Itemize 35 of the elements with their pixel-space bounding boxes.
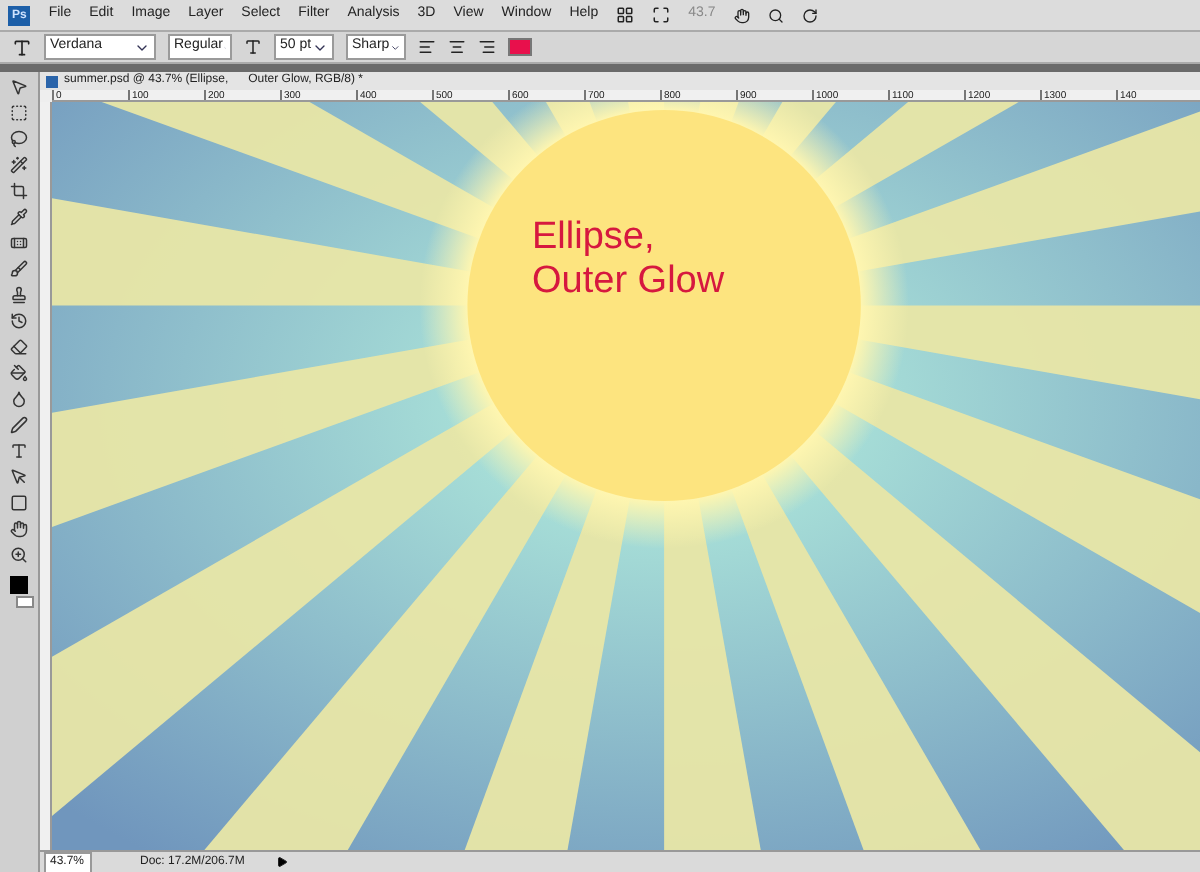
marquee-icon[interactable] <box>10 104 28 122</box>
bridge-icon[interactable] <box>616 6 635 24</box>
brush-icon[interactable] <box>10 260 28 278</box>
screen-mode-icon[interactable] <box>652 6 671 24</box>
align-left-icon[interactable] <box>418 38 436 56</box>
type-icon[interactable] <box>10 442 28 460</box>
background-color-swatch[interactable] <box>15 596 33 608</box>
lasso-icon[interactable] <box>10 130 28 148</box>
document-icon <box>46 75 58 87</box>
hand-icon[interactable] <box>733 7 750 23</box>
align-right-icon[interactable] <box>478 38 496 56</box>
search-icon[interactable] <box>767 7 784 23</box>
eraser-icon[interactable] <box>10 338 28 356</box>
drop-icon[interactable] <box>10 390 28 408</box>
move-icon[interactable] <box>10 78 28 96</box>
stamp-icon[interactable] <box>10 286 28 304</box>
rotate-icon[interactable] <box>801 7 818 23</box>
font-size-icon <box>244 38 262 56</box>
canvas-text: Ellipse, Outer Glow <box>532 216 725 304</box>
eyedropper-icon[interactable] <box>10 208 28 226</box>
pointer-icon[interactable] <box>10 468 28 486</box>
align-center-icon[interactable] <box>448 38 466 56</box>
bucket-icon[interactable] <box>10 364 28 382</box>
zoom-icon[interactable] <box>10 546 28 564</box>
text-color-swatch[interactable] <box>508 38 532 56</box>
bandage-icon[interactable] <box>10 234 28 252</box>
play-icon[interactable] <box>276 856 288 868</box>
pen-icon[interactable] <box>10 416 28 434</box>
hand-icon[interactable] <box>10 520 28 538</box>
foreground-color-swatch[interactable] <box>10 576 28 594</box>
wand-icon[interactable] <box>10 156 28 174</box>
shape-icon[interactable] <box>10 494 28 512</box>
crop-icon[interactable] <box>10 182 28 200</box>
type-icon[interactable] <box>12 37 32 57</box>
history-brush-icon[interactable] <box>10 312 28 330</box>
